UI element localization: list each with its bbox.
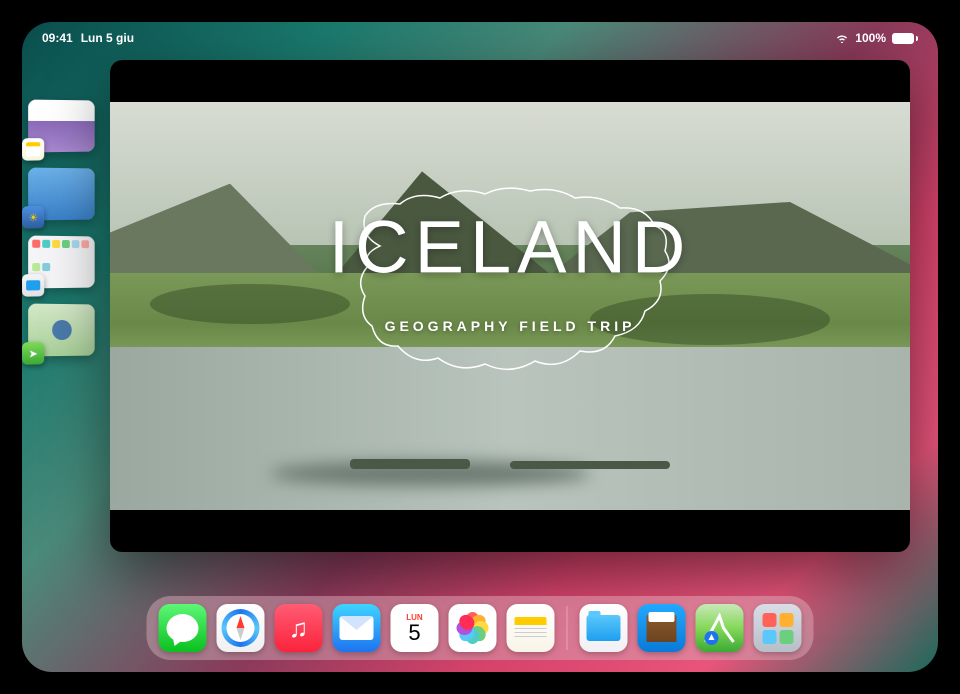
maps-icon: ➤	[22, 342, 44, 365]
mail-icon	[340, 616, 374, 640]
maps-dock-icon	[696, 604, 744, 652]
dock-music[interactable]: ♫	[275, 604, 323, 652]
stage-thumb-weather[interactable]: ☀	[28, 168, 95, 221]
dock-safari[interactable]	[217, 604, 265, 652]
iceland-map-outline	[320, 156, 700, 436]
notes-icon	[515, 617, 547, 640]
dock-divider	[567, 606, 568, 650]
safari-icon	[222, 609, 260, 647]
dock-keynote[interactable]	[638, 604, 686, 652]
calendar-day: 5	[408, 622, 420, 644]
slide-subtitle: GEOGRAPHY FIELD TRIP	[385, 318, 636, 334]
status-right: 100%	[835, 31, 918, 45]
dock-notes[interactable]	[507, 604, 555, 652]
stage-thumb-maps[interactable]: ➤	[28, 304, 95, 357]
notes-icon	[22, 138, 44, 161]
settings-icon	[762, 613, 793, 644]
weather-icon: ☀	[22, 206, 44, 229]
status-left: 09:41 Lun 5 giu	[42, 31, 134, 45]
photos-icon	[456, 611, 490, 645]
ipad-frame: 09:41 Lun 5 giu 100%	[0, 0, 960, 694]
dock-maps[interactable]	[696, 604, 744, 652]
dock-mail[interactable]	[333, 604, 381, 652]
screen: 09:41 Lun 5 giu 100%	[22, 22, 938, 672]
slide-title: ICELAND	[329, 204, 692, 289]
stage-manager-sidebar: ☀	[28, 100, 100, 356]
dock-files[interactable]	[580, 604, 628, 652]
dock-calendar[interactable]: LUN 5	[391, 604, 439, 652]
files-icon	[22, 274, 44, 297]
dock-photos[interactable]	[449, 604, 497, 652]
status-date: Lun 5 giu	[81, 31, 134, 45]
stage-thumb-notes[interactable]	[28, 100, 95, 153]
files-icon	[587, 615, 621, 641]
battery-icon	[892, 33, 918, 44]
dock-settings[interactable]	[754, 604, 802, 652]
status-time: 09:41	[42, 31, 73, 45]
status-bar: 09:41 Lun 5 giu 100%	[22, 28, 938, 48]
wifi-icon	[835, 33, 849, 43]
music-icon: ♫	[289, 613, 309, 644]
presentation-slide: ICELAND GEOGRAPHY FIELD TRIP	[110, 60, 910, 552]
keynote-icon	[647, 614, 677, 642]
keynote-window[interactable]: ICELAND GEOGRAPHY FIELD TRIP	[110, 60, 910, 552]
stage-thumb-files[interactable]	[28, 236, 95, 289]
battery-percent: 100%	[855, 31, 886, 45]
dock-messages[interactable]	[159, 604, 207, 652]
messages-icon	[167, 614, 199, 642]
dock: ♫ LUN 5	[147, 596, 814, 660]
